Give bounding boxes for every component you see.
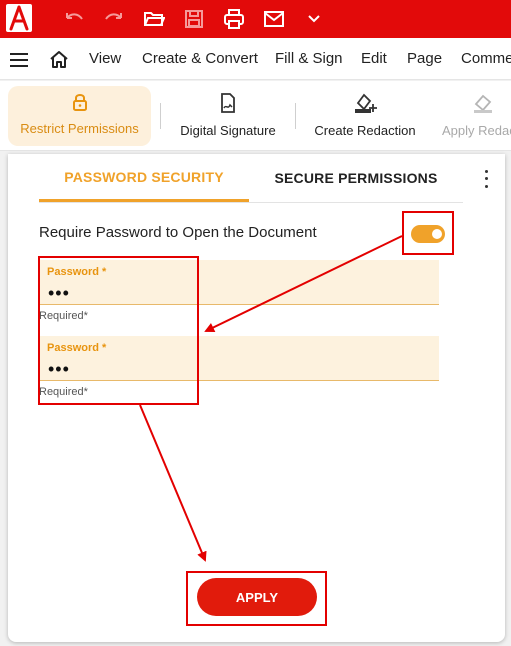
apply-redaction-button[interactable]: Apply Redac [437,86,511,146]
menu-edit[interactable]: Edit [361,50,387,67]
menu-create-convert[interactable]: Create & Convert [142,50,258,67]
require-password-label: Require Password to Open the Document [39,224,317,241]
menu-page[interactable]: Page [407,50,442,67]
print-icon[interactable] [221,6,247,32]
mail-icon[interactable] [261,6,287,32]
create-redaction-label: Create Redaction [314,123,416,138]
top-toolbar [0,0,511,38]
ribbon-separator [295,103,296,129]
password-fields-highlight-box [38,256,199,405]
home-icon[interactable] [49,49,69,74]
ribbon-toolbar: Restrict Permissions Digital Signature C… [0,81,511,151]
create-redaction-button[interactable]: Create Redaction [305,86,425,146]
undo-icon[interactable] [61,6,87,32]
signature-icon [219,92,237,117]
save-icon[interactable] [181,6,207,32]
more-options-icon[interactable] [478,168,494,190]
redaction-icon [352,92,378,117]
eraser-icon [471,92,495,117]
ribbon-separator [160,103,161,129]
restrict-permissions-button[interactable]: Restrict Permissions [8,86,151,146]
chevron-down-icon[interactable] [301,6,327,32]
open-folder-icon[interactable] [141,6,167,32]
menu-fill-sign[interactable]: Fill & Sign [275,50,343,67]
digital-signature-label: Digital Signature [180,123,276,138]
menu-comment[interactable]: Comme [461,50,511,67]
redo-icon[interactable] [101,6,127,32]
tabs-divider [39,202,463,203]
tab-secure-permissions[interactable]: SECURE PERMISSIONS [249,154,463,202]
menu-view[interactable]: View [89,50,121,67]
hamburger-menu-icon[interactable] [9,52,29,73]
toggle-highlight-box [402,211,454,255]
menu-bar: View Create & Convert Fill & Sign Edit P… [0,38,511,80]
apply-highlight-box [186,571,327,626]
acrobat-logo-icon [6,4,32,32]
digital-signature-button[interactable]: Digital Signature [170,86,286,146]
restrict-permissions-label: Restrict Permissions [20,121,139,136]
tab-password-security[interactable]: PASSWORD SECURITY [39,154,249,202]
lock-icon [72,92,88,115]
apply-redaction-label: Apply Redac [442,123,511,138]
